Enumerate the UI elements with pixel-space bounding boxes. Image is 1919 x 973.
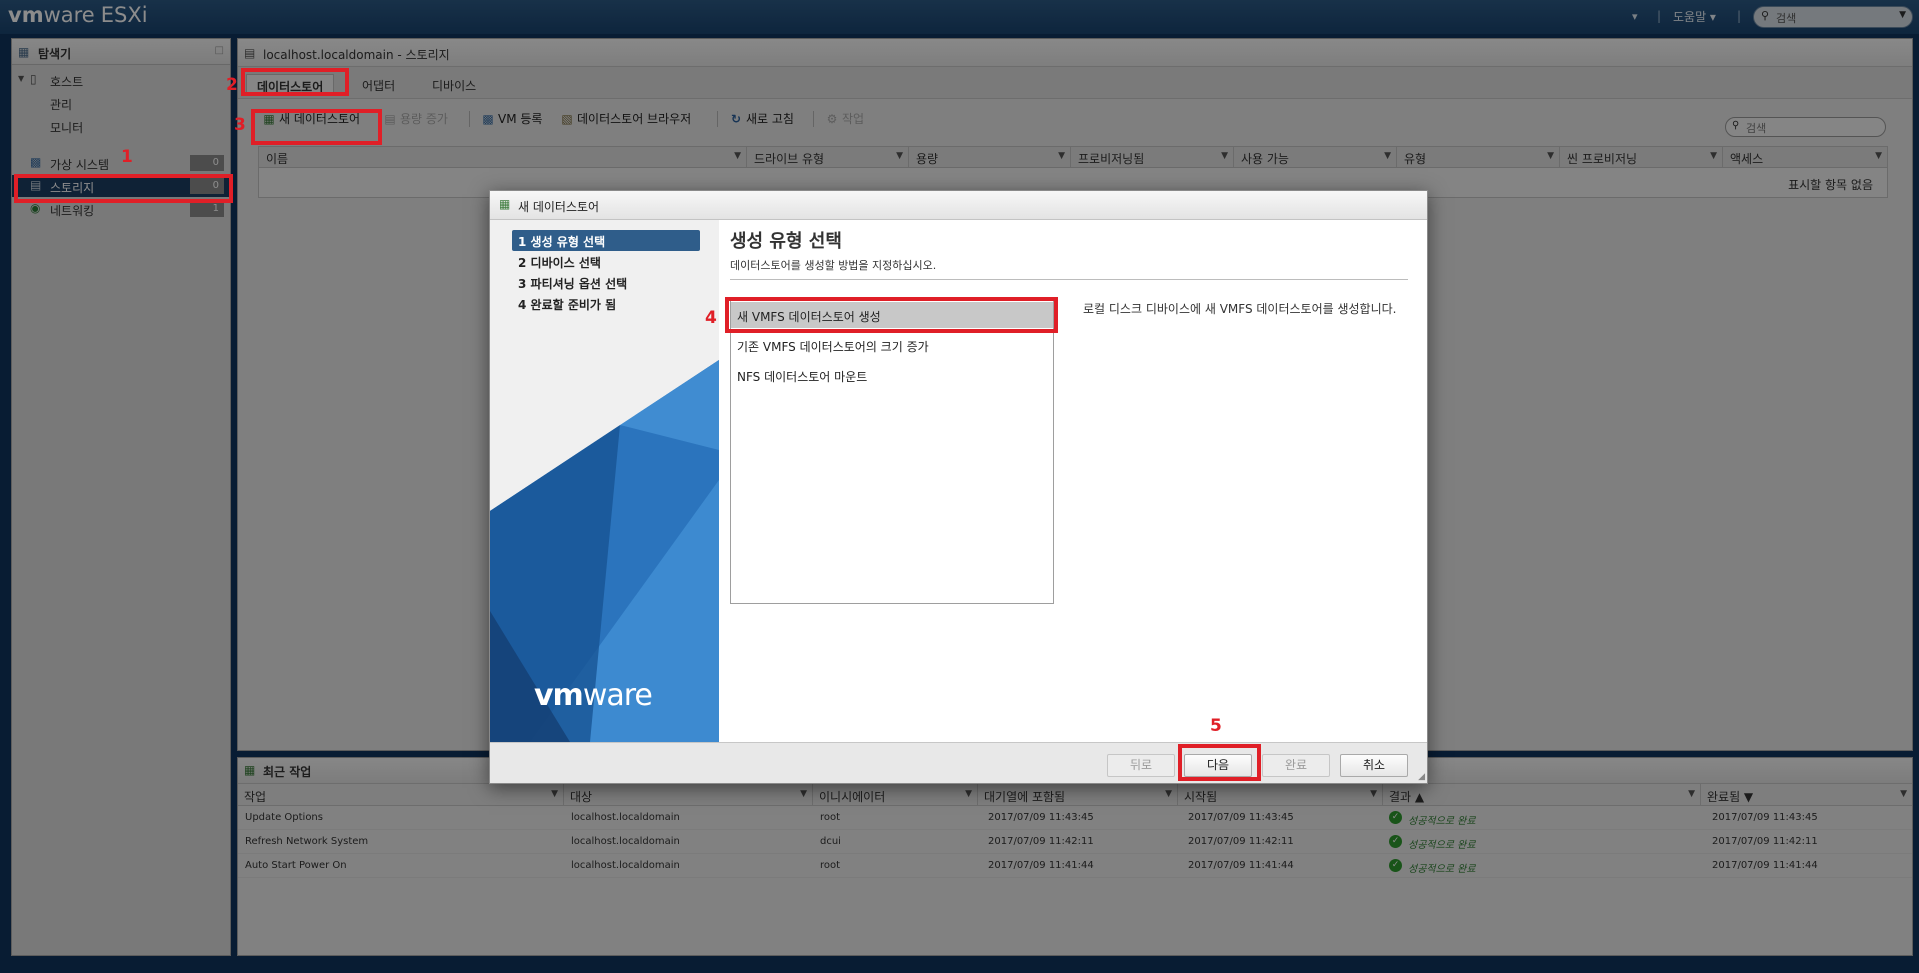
wizard-step-3[interactable]: 3 파티셔닝 옵션 선택 bbox=[512, 272, 700, 293]
annotation-number: 4 bbox=[705, 308, 717, 328]
new-datastore-dialog: ▦ 새 데이터스토어 1 생성 유형 선택 2 디바이스 선택 3 파티셔닝 옵… bbox=[489, 190, 1428, 784]
step-subtitle: 데이터스토어를 생성할 방법을 지정하십시오. bbox=[730, 259, 937, 272]
wizard-step-1[interactable]: 1 생성 유형 선택 bbox=[512, 230, 700, 251]
annotation-box-storage bbox=[14, 174, 233, 203]
list-item-expand-vmfs[interactable]: 기존 VMFS 데이터스토어의 크기 증가 bbox=[731, 332, 1053, 358]
list-item-mount-nfs[interactable]: NFS 데이터스토어 마운트 bbox=[731, 362, 1053, 388]
vmware-logo: vmware bbox=[534, 678, 653, 713]
dialog-footer: 뒤로 다음 완료 취소 ◢ bbox=[490, 742, 1427, 783]
option-description: 로컬 디스크 디바이스에 새 VMFS 데이터스토어를 생성합니다. bbox=[1083, 302, 1397, 316]
cancel-button[interactable]: 취소 bbox=[1340, 754, 1408, 777]
annotation-box-new-datastore bbox=[251, 109, 382, 145]
finish-button[interactable]: 완료 bbox=[1262, 754, 1330, 777]
annotation-number: 3 bbox=[234, 115, 246, 135]
back-button[interactable]: 뒤로 bbox=[1107, 754, 1175, 777]
step-title: 생성 유형 선택 bbox=[730, 231, 842, 252]
wizard-sidebar: 1 생성 유형 선택 2 디바이스 선택 3 파티셔닝 옵션 선택 4 완료할 … bbox=[490, 220, 719, 742]
annotation-number: 1 bbox=[121, 147, 133, 167]
annotation-box-datastores-tab bbox=[241, 68, 349, 96]
dialog-header: ▦ 새 데이터스토어 bbox=[490, 191, 1427, 220]
divider bbox=[730, 279, 1408, 280]
annotation-number: 2 bbox=[226, 75, 238, 95]
annotation-box-new-vmfs bbox=[725, 297, 1058, 333]
wizard-step-2[interactable]: 2 디바이스 선택 bbox=[512, 251, 700, 272]
resize-handle-icon[interactable]: ◢ bbox=[1418, 772, 1425, 782]
dialog-title: 새 데이터스토어 bbox=[518, 200, 600, 214]
creation-type-list: 새 VMFS 데이터스토어 생성 기존 VMFS 데이터스토어의 크기 증가 N… bbox=[730, 298, 1054, 604]
wizard-step-4[interactable]: 4 완료할 준비가 됨 bbox=[512, 293, 700, 314]
new-datastore-icon: ▦ bbox=[499, 197, 511, 211]
annotation-number: 5 bbox=[1210, 716, 1222, 736]
annotation-box-next bbox=[1178, 744, 1261, 781]
